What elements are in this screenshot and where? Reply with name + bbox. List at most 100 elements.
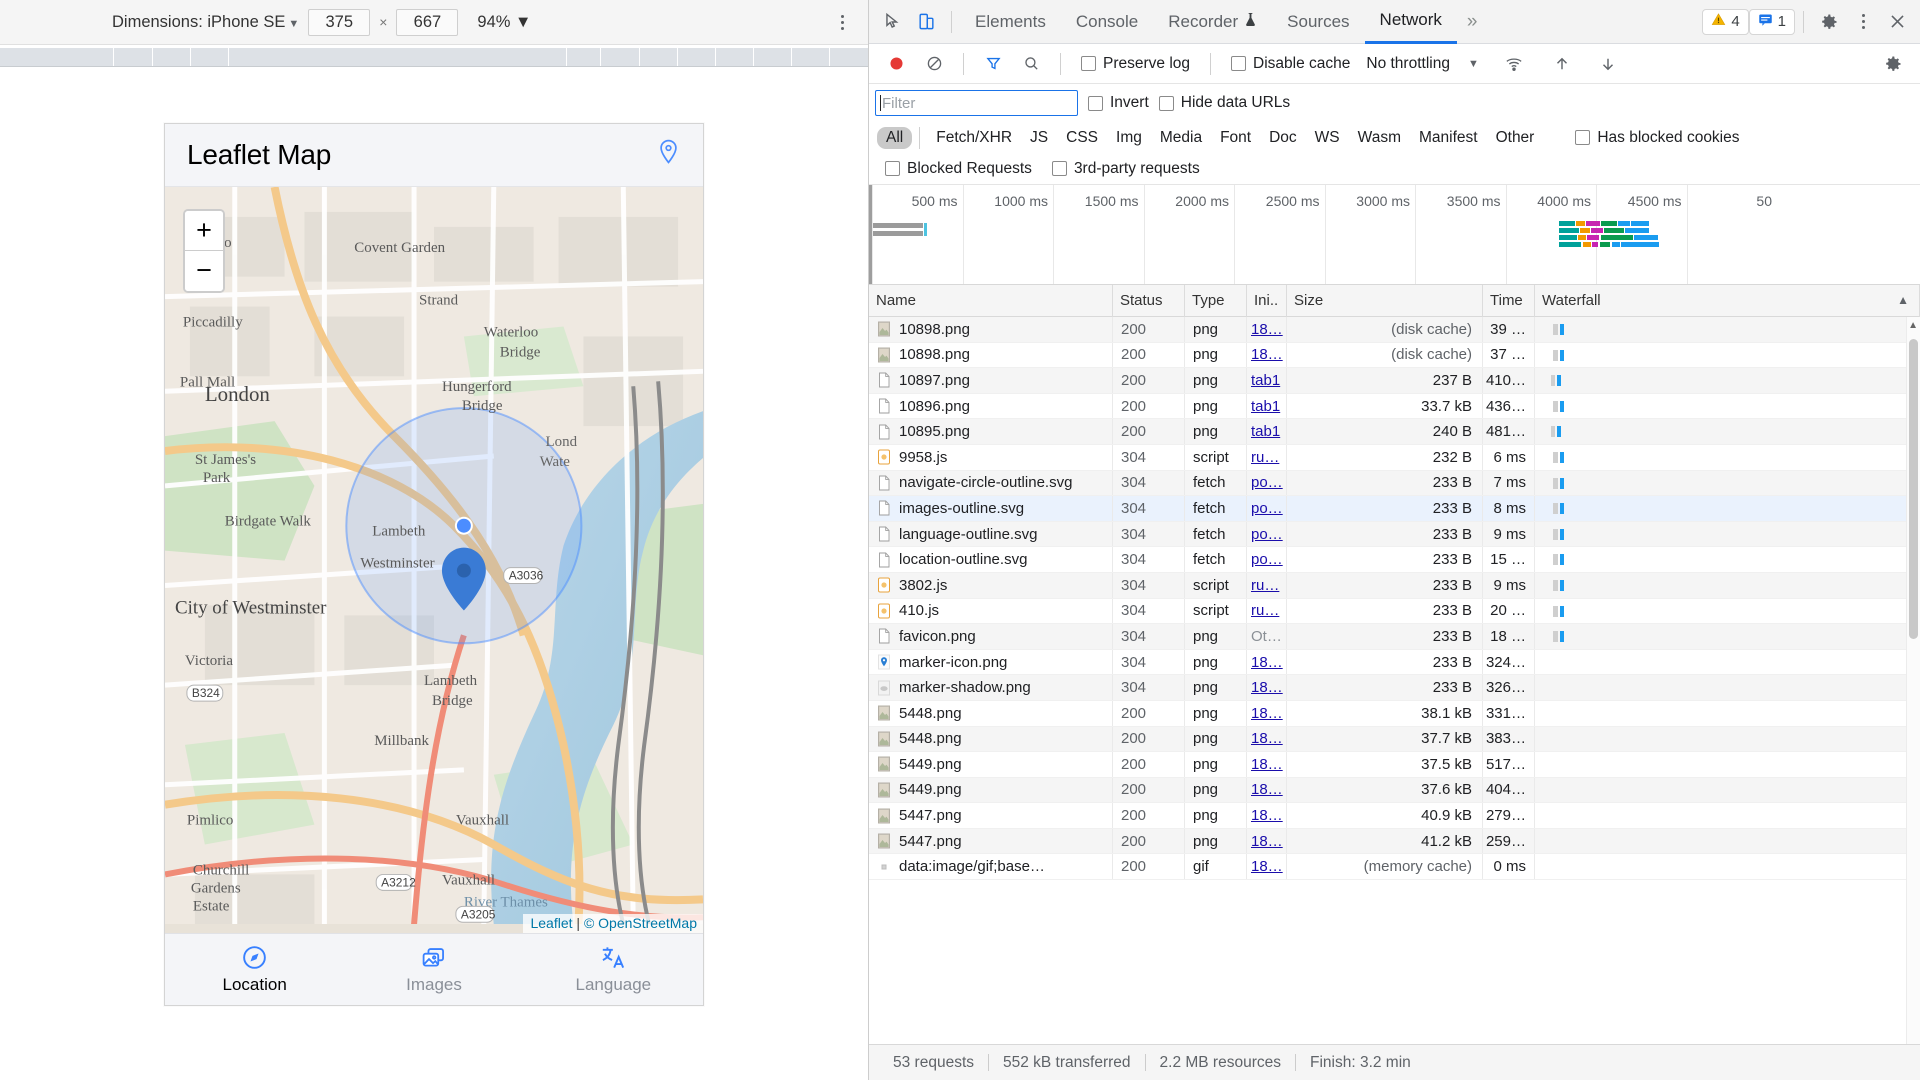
initiator-link[interactable]: ru…	[1251, 577, 1279, 594]
cell-name[interactable]: 10898.png	[869, 343, 1113, 368]
initiator-link[interactable]: ru…	[1251, 602, 1279, 619]
hide-data-urls-checkbox[interactable]: Hide data URLs	[1159, 94, 1290, 112]
leaflet-map[interactable]: Soho Covent Garden Piccadilly Strand Wat…	[165, 187, 703, 933]
cell-name[interactable]: 10897.png	[869, 368, 1113, 393]
type-filter-doc[interactable]: Doc	[1260, 127, 1306, 149]
tab-language[interactable]: Language	[524, 934, 703, 1005]
cell-name[interactable]: data:image/gif;base…	[869, 854, 1113, 879]
table-row[interactable]: 10895.png200pngtab1240 B481…	[869, 419, 1920, 445]
table-row[interactable]: 5448.png200png18…37.7 kB383…	[869, 727, 1920, 753]
initiator-link[interactable]: ru…	[1251, 449, 1279, 466]
network-overview-timeline[interactable]: 500 ms1000 ms1500 ms2000 ms2500 ms3000 m…	[869, 185, 1920, 285]
cell-name[interactable]: 5448.png	[869, 701, 1113, 726]
search-icon[interactable]	[1014, 47, 1048, 81]
cell-initiator[interactable]: 18…	[1247, 317, 1287, 342]
tab-recorder[interactable]: Recorder	[1153, 0, 1272, 44]
requests-table-body[interactable]: 10898.png200png18…(disk cache)39 …10898.…	[869, 317, 1920, 1044]
scroll-up-arrow-icon[interactable]: ▲	[1908, 320, 1918, 331]
cell-initiator[interactable]: Ot…	[1247, 624, 1287, 649]
cell-name[interactable]: 10895.png	[869, 419, 1113, 444]
table-row[interactable]: 3802.js304scriptru…233 B9 ms	[869, 573, 1920, 599]
cell-initiator[interactable]: ru…	[1247, 599, 1287, 624]
openstreetmap-link[interactable]: © OpenStreetMap	[584, 915, 697, 931]
cell-initiator[interactable]: 18…	[1247, 778, 1287, 803]
cell-name[interactable]: 10896.png	[869, 394, 1113, 419]
tab-location[interactable]: Location	[165, 934, 344, 1005]
tab-network[interactable]: Network	[1365, 0, 1457, 44]
cell-initiator[interactable]: 18…	[1247, 829, 1287, 854]
cell-initiator[interactable]: 18…	[1247, 727, 1287, 752]
messages-badge[interactable]: 1	[1749, 9, 1795, 35]
column-header-name[interactable]: Name	[869, 285, 1113, 317]
initiator-link[interactable]: 18…	[1251, 679, 1283, 696]
cell-name[interactable]: marker-shadow.png	[869, 675, 1113, 700]
cell-initiator[interactable]: 18…	[1247, 752, 1287, 777]
tab-sources[interactable]: Sources	[1272, 0, 1364, 44]
initiator-link[interactable]: 18…	[1251, 730, 1283, 747]
initiator-link[interactable]: 18…	[1251, 833, 1283, 850]
cell-name[interactable]: marker-icon.png	[869, 650, 1113, 675]
table-row[interactable]: 10896.png200pngtab133.7 kB436…	[869, 394, 1920, 420]
hide-data-urls-box[interactable]	[1159, 96, 1174, 111]
scrollbar-thumb[interactable]	[1909, 339, 1918, 639]
preserve-log-box[interactable]	[1081, 56, 1096, 71]
initiator-link[interactable]: 18…	[1251, 654, 1283, 671]
preserve-log-checkbox[interactable]: Preserve log	[1073, 55, 1198, 73]
column-header-size[interactable]: Size	[1287, 285, 1483, 317]
table-row[interactable]: 410.js304scriptru…233 B20 …	[869, 599, 1920, 625]
initiator-link[interactable]: 18…	[1251, 781, 1283, 798]
invert-box[interactable]	[1088, 96, 1103, 111]
table-row[interactable]: location-outline.svg304fetchpo…233 B15 …	[869, 547, 1920, 573]
initiator-link[interactable]: po…	[1251, 474, 1283, 491]
tab-console[interactable]: Console	[1061, 0, 1153, 44]
table-row[interactable]: 5448.png200png18…38.1 kB331…	[869, 701, 1920, 727]
type-filter-ws[interactable]: WS	[1306, 127, 1349, 149]
type-filter-js[interactable]: JS	[1021, 127, 1057, 149]
close-icon[interactable]	[1880, 5, 1914, 39]
table-row[interactable]: 5449.png200png18…37.5 kB517…	[869, 752, 1920, 778]
blocked-requests-checkbox[interactable]: Blocked Requests	[877, 160, 1040, 178]
more-vertical-icon[interactable]	[832, 12, 852, 32]
cell-name[interactable]: 410.js	[869, 599, 1113, 624]
gear-icon[interactable]	[1812, 5, 1846, 39]
type-filter-css[interactable]: CSS	[1057, 127, 1107, 149]
cell-initiator[interactable]: po…	[1247, 471, 1287, 496]
inspect-cursor-icon[interactable]	[875, 5, 909, 39]
network-settings-gear-icon[interactable]	[1876, 47, 1910, 81]
filter-input[interactable]: Filter	[875, 90, 1078, 116]
import-har-icon[interactable]	[1545, 47, 1579, 81]
cell-initiator[interactable]: po…	[1247, 496, 1287, 521]
cell-name[interactable]: favicon.png	[869, 624, 1113, 649]
column-header-status[interactable]: Status	[1113, 285, 1185, 317]
initiator-link[interactable]: tab1	[1251, 398, 1280, 415]
tab-images[interactable]: Images	[344, 934, 523, 1005]
sort-ascending-icon[interactable]: ▲	[1897, 285, 1909, 316]
device-zoom-dropdown[interactable]: 94% ▼	[477, 13, 531, 32]
map-zoom-controls[interactable]: + −	[183, 209, 225, 293]
third-party-requests-box[interactable]	[1052, 161, 1067, 176]
cell-initiator[interactable]: tab1	[1247, 368, 1287, 393]
cell-initiator[interactable]: ru…	[1247, 445, 1287, 470]
initiator-link[interactable]: tab1	[1251, 423, 1280, 440]
cell-name[interactable]: language-outline.svg	[869, 522, 1113, 547]
cell-initiator[interactable]: 18…	[1247, 803, 1287, 828]
throttling-dropdown[interactable]: No throttling	[1362, 55, 1450, 73]
cell-name[interactable]: 10898.png	[869, 317, 1113, 342]
zoom-in-button[interactable]: +	[185, 211, 223, 251]
table-row[interactable]: marker-icon.png304png18…233 B324…	[869, 650, 1920, 676]
zoom-out-button[interactable]: −	[185, 251, 223, 291]
clear-icon[interactable]	[917, 47, 951, 81]
type-filter-manifest[interactable]: Manifest	[1410, 127, 1487, 149]
cell-initiator[interactable]: 18…	[1247, 343, 1287, 368]
cell-initiator[interactable]: tab1	[1247, 394, 1287, 419]
tab-elements[interactable]: Elements	[960, 0, 1061, 44]
column-header-initiator[interactable]: Ini..	[1247, 285, 1287, 317]
type-filter-fetch-xhr[interactable]: Fetch/XHR	[927, 127, 1021, 149]
export-har-icon[interactable]	[1591, 47, 1625, 81]
initiator-link[interactable]: po…	[1251, 551, 1283, 568]
leaflet-link[interactable]: Leaflet	[530, 915, 572, 931]
cell-name[interactable]: 5447.png	[869, 829, 1113, 854]
column-header-time[interactable]: Time	[1483, 285, 1535, 317]
initiator-link[interactable]: 18…	[1251, 321, 1283, 338]
initiator-link[interactable]: po…	[1251, 526, 1283, 543]
